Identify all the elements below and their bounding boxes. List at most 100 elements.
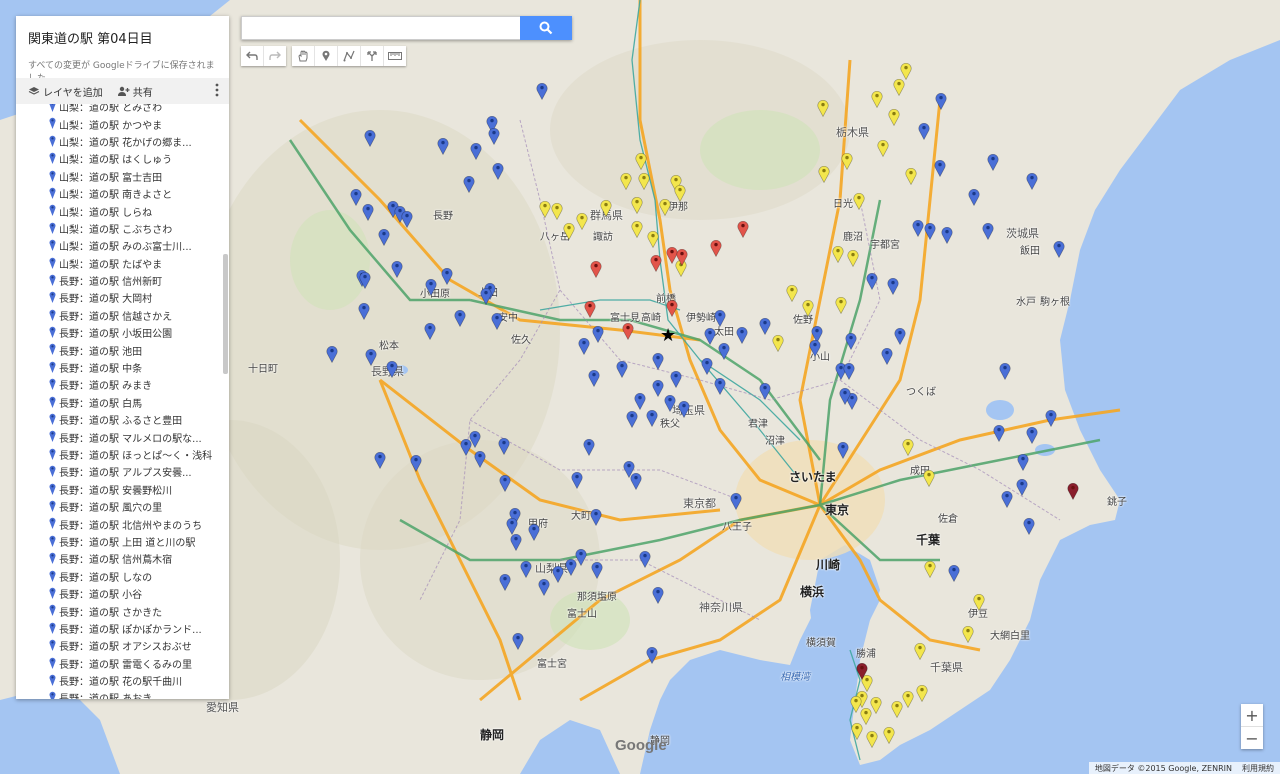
blue-map-pin-icon[interactable] xyxy=(552,565,564,583)
panel-scrollbar[interactable] xyxy=(223,254,228,374)
list-item[interactable]: 山梨：道の駅 たばやま xyxy=(16,255,229,272)
blue-map-pin-icon[interactable] xyxy=(510,533,522,551)
start-star-icon[interactable]: ★ xyxy=(660,327,676,345)
maroon-map-pin-icon[interactable] xyxy=(1067,482,1079,500)
blue-map-pin-icon[interactable] xyxy=(358,302,370,320)
yellow-map-pin-icon[interactable] xyxy=(802,299,814,317)
blue-map-pin-icon[interactable] xyxy=(941,226,953,244)
blue-map-pin-icon[interactable] xyxy=(616,360,628,378)
yellow-map-pin-icon[interactable] xyxy=(539,200,551,218)
terms-link[interactable]: 利用規約 xyxy=(1242,763,1274,774)
blue-map-pin-icon[interactable] xyxy=(934,159,946,177)
yellow-map-pin-icon[interactable] xyxy=(772,334,784,352)
list-item[interactable]: 長野：道の駅 オアシスおぶせ xyxy=(16,637,229,654)
blue-map-pin-icon[interactable] xyxy=(982,222,994,240)
yellow-map-pin-icon[interactable] xyxy=(914,642,926,660)
red-map-pin-icon[interactable] xyxy=(737,220,749,238)
blue-map-pin-icon[interactable] xyxy=(652,586,664,604)
blue-map-pin-icon[interactable] xyxy=(701,357,713,375)
list-item[interactable]: 山梨：道の駅 かつやま xyxy=(16,115,229,132)
blue-map-pin-icon[interactable] xyxy=(362,203,374,221)
blue-map-pin-icon[interactable] xyxy=(575,548,587,566)
search-button[interactable] xyxy=(520,16,572,40)
blue-map-pin-icon[interactable] xyxy=(1016,478,1028,496)
blue-map-pin-icon[interactable] xyxy=(592,325,604,343)
blue-map-pin-icon[interactable] xyxy=(424,322,436,340)
yellow-map-pin-icon[interactable] xyxy=(674,184,686,202)
yellow-map-pin-icon[interactable] xyxy=(659,198,671,216)
blue-map-pin-icon[interactable] xyxy=(839,387,851,405)
list-item[interactable]: 長野：道の駅 小坂田公園 xyxy=(16,324,229,341)
blue-map-pin-icon[interactable] xyxy=(365,348,377,366)
blue-map-pin-icon[interactable] xyxy=(441,267,453,285)
blue-map-pin-icon[interactable] xyxy=(968,188,980,206)
yellow-map-pin-icon[interactable] xyxy=(635,152,647,170)
blue-map-pin-icon[interactable] xyxy=(1053,240,1065,258)
blue-map-pin-icon[interactable] xyxy=(924,222,936,240)
redo-icon[interactable] xyxy=(264,46,286,66)
add-layer-button[interactable]: レイヤを追加 xyxy=(28,84,103,99)
blue-map-pin-icon[interactable] xyxy=(359,271,371,289)
list-item[interactable]: 長野：道の駅 みまき xyxy=(16,376,229,393)
blue-map-pin-icon[interactable] xyxy=(591,561,603,579)
yellow-map-pin-icon[interactable] xyxy=(916,684,928,702)
blue-map-pin-icon[interactable] xyxy=(538,578,550,596)
blue-map-pin-icon[interactable] xyxy=(714,377,726,395)
blue-map-pin-icon[interactable] xyxy=(759,317,771,335)
yellow-map-pin-icon[interactable] xyxy=(647,230,659,248)
blue-map-pin-icon[interactable] xyxy=(499,474,511,492)
zoom-in-button[interactable]: + xyxy=(1241,704,1263,727)
blue-map-pin-icon[interactable] xyxy=(528,523,540,541)
list-item[interactable]: 長野：道の駅 信越さかえ xyxy=(16,307,229,324)
blue-map-pin-icon[interactable] xyxy=(364,129,376,147)
maroon-map-pin-icon[interactable] xyxy=(856,662,868,680)
blue-map-pin-icon[interactable] xyxy=(866,272,878,290)
list-item[interactable]: 長野：道の駅 アルプス安曇... xyxy=(16,463,229,480)
blue-map-pin-icon[interactable] xyxy=(881,347,893,365)
list-item[interactable]: 山梨：道の駅 とみざわ xyxy=(16,104,229,115)
yellow-map-pin-icon[interactable] xyxy=(905,167,917,185)
list-item[interactable]: 長野：道の駅 しなの xyxy=(16,568,229,585)
blue-map-pin-icon[interactable] xyxy=(759,382,771,400)
blue-map-pin-icon[interactable] xyxy=(437,137,449,155)
blue-map-pin-icon[interactable] xyxy=(670,370,682,388)
yellow-map-pin-icon[interactable] xyxy=(631,220,643,238)
yellow-map-pin-icon[interactable] xyxy=(817,99,829,117)
list-item[interactable]: 長野：道の駅 中条 xyxy=(16,359,229,376)
yellow-map-pin-icon[interactable] xyxy=(563,222,575,240)
list-item[interactable]: 長野：道の駅 北信州やまのうち xyxy=(16,515,229,532)
blue-map-pin-icon[interactable] xyxy=(470,142,482,160)
list-item[interactable]: 山梨：道の駅 花かげの郷ま... xyxy=(16,133,229,150)
route-icon[interactable] xyxy=(361,46,384,66)
list-item[interactable]: 山梨：道の駅 みのぶ富士川... xyxy=(16,237,229,254)
yellow-map-pin-icon[interactable] xyxy=(631,196,643,214)
blue-map-pin-icon[interactable] xyxy=(993,424,1005,442)
blue-map-pin-icon[interactable] xyxy=(652,379,664,397)
search-input[interactable] xyxy=(241,16,520,40)
blue-map-pin-icon[interactable] xyxy=(498,437,510,455)
blue-map-pin-icon[interactable] xyxy=(1026,426,1038,444)
blue-map-pin-icon[interactable] xyxy=(536,82,548,100)
yellow-map-pin-icon[interactable] xyxy=(847,249,859,267)
blue-map-pin-icon[interactable] xyxy=(492,162,504,180)
blue-map-pin-icon[interactable] xyxy=(469,430,481,448)
blue-map-pin-icon[interactable] xyxy=(935,92,947,110)
blue-map-pin-icon[interactable] xyxy=(326,345,338,363)
blue-map-pin-icon[interactable] xyxy=(1017,453,1029,471)
yellow-map-pin-icon[interactable] xyxy=(891,700,903,718)
yellow-map-pin-icon[interactable] xyxy=(835,296,847,314)
marker-icon[interactable] xyxy=(315,46,338,66)
blue-map-pin-icon[interactable] xyxy=(583,438,595,456)
list-item[interactable]: 長野：道の駅 信州蔦木宿 xyxy=(16,550,229,567)
blue-map-pin-icon[interactable] xyxy=(350,188,362,206)
list-item[interactable]: 山梨：道の駅 富士吉田 xyxy=(16,168,229,185)
yellow-map-pin-icon[interactable] xyxy=(883,726,895,744)
blue-map-pin-icon[interactable] xyxy=(912,219,924,237)
blue-map-pin-icon[interactable] xyxy=(730,492,742,510)
list-item[interactable]: 長野：道の駅 風穴の里 xyxy=(16,498,229,515)
blue-map-pin-icon[interactable] xyxy=(512,632,524,650)
blue-map-pin-icon[interactable] xyxy=(678,400,690,418)
list-item[interactable]: 長野：道の駅 安曇野松川 xyxy=(16,481,229,498)
yellow-map-pin-icon[interactable] xyxy=(620,172,632,190)
list-item[interactable]: 長野：道の駅 白馬 xyxy=(16,394,229,411)
